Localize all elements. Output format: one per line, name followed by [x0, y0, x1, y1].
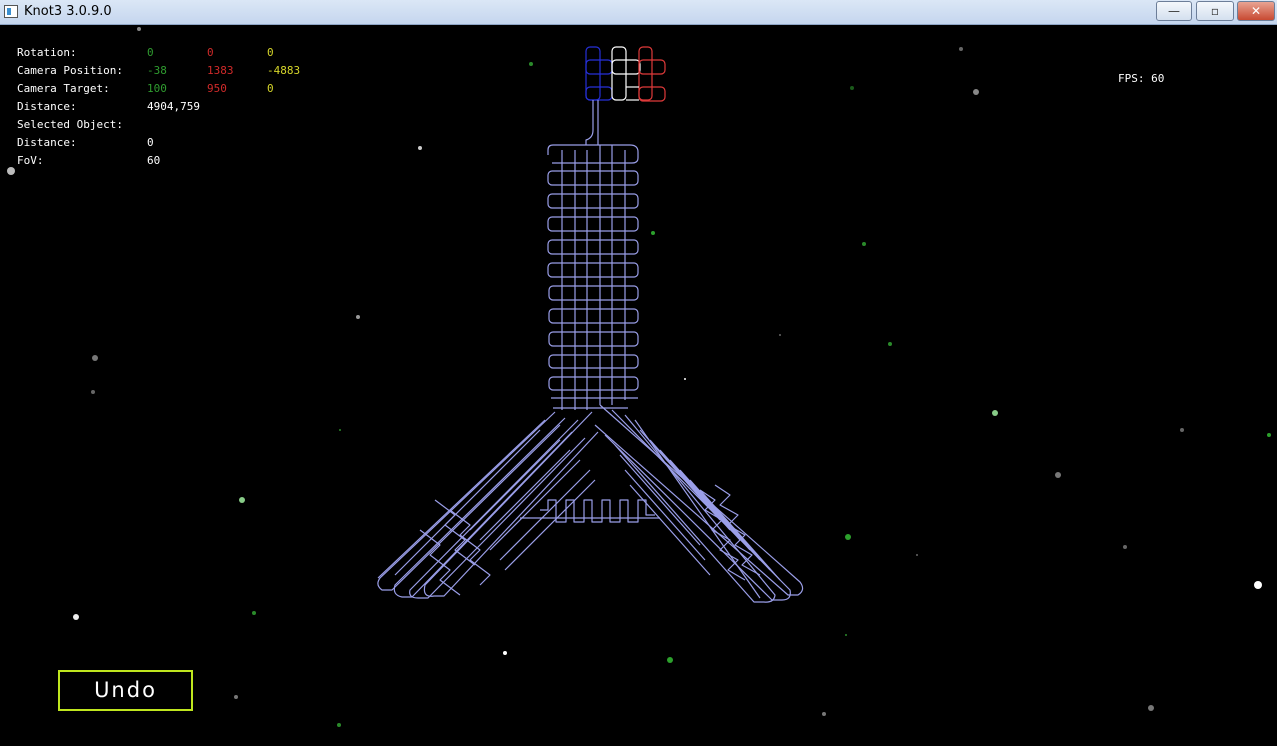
hud-value-z: -4883 [267, 64, 301, 77]
hud-label: Camera Target: [17, 82, 110, 95]
knot-segment-blue-h[interactable] [585, 59, 613, 75]
window-titlebar: Knot3 3.0.9.0 — ▫ ✕ [0, 0, 1277, 25]
hud-value: 4904,759 [147, 100, 200, 113]
hud-value-x: 100 [147, 82, 167, 95]
app-icon [4, 5, 18, 18]
fps-counter: FPS: 60 [1118, 72, 1165, 85]
undo-button[interactable]: Undo [58, 670, 193, 711]
hud-value: 0 [147, 136, 154, 149]
close-button[interactable]: ✕ [1237, 1, 1275, 21]
window-title: Knot3 3.0.9.0 [24, 4, 112, 19]
hud-value-y: 950 [207, 82, 227, 95]
maximize-button[interactable]: ▫ [1196, 1, 1234, 21]
hud-label: FoV: [17, 154, 44, 167]
knot-structure[interactable] [377, 46, 804, 603]
knot-left-leg [377, 411, 599, 599]
hud-value-y: 0 [207, 46, 214, 59]
knot-tower [547, 100, 639, 410]
starfield [7, 27, 1271, 727]
knot-right-leg [594, 404, 804, 603]
hud-value-x: 0 [147, 46, 154, 59]
hud-label: Selected Object: [17, 118, 123, 131]
hud-label: Camera Position: [17, 64, 123, 77]
hud-value-y: 1383 [207, 64, 234, 77]
hud-value-x: -38 [147, 64, 167, 77]
minimize-button[interactable]: — [1156, 1, 1192, 21]
knot-viewport[interactable] [0, 25, 1277, 744]
hud-value-z: 0 [267, 46, 274, 59]
hud-value-z: 0 [267, 82, 274, 95]
hud-value: 60 [147, 154, 161, 167]
hud-label: Distance: [17, 136, 77, 149]
hud-label: Rotation: [17, 46, 77, 59]
hud-label: Distance: [17, 100, 77, 113]
